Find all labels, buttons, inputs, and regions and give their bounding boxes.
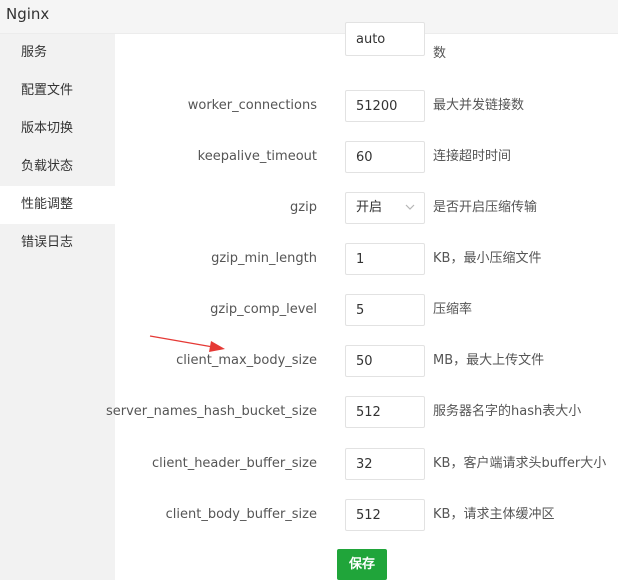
sidebar-item-version-switch[interactable]: 版本切换 — [0, 110, 115, 148]
keepalive-timeout-input[interactable] — [345, 141, 425, 173]
worker-processes-note: 数 — [433, 46, 447, 61]
gzip-comp-level-note: 压缩率 — [433, 302, 473, 317]
server-names-hash-bucket-size-input[interactable] — [345, 396, 425, 428]
gzip-label: gzip — [290, 200, 317, 215]
form-row-gzip: gzip 开启 是否开启压缩传输 — [115, 192, 618, 224]
client-body-buffer-size-input[interactable] — [345, 499, 425, 531]
worker-processes-input[interactable] — [345, 22, 425, 56]
gzip-comp-level-label: gzip_comp_level — [210, 302, 317, 317]
form-row-server-names-hash-bucket-size: server_names_hash_bucket_size 服务器名字的hash… — [106, 396, 618, 428]
client-body-buffer-size-label: client_body_buffer_size — [165, 507, 317, 522]
sidebar-item-error-log[interactable]: 错误日志 — [0, 224, 115, 262]
sidebar-item-load-status[interactable]: 负载状态 — [0, 148, 115, 186]
sidebar-item-performance-tuning[interactable]: 性能调整 — [0, 186, 115, 224]
form-row-keepalive-timeout: keepalive_timeout 连接超时时间 — [115, 141, 618, 173]
client-max-body-size-note: MB，最大上传文件 — [433, 353, 545, 368]
worker-connections-label: worker_connections — [187, 98, 317, 113]
worker-connections-note: 最大并发链接数 — [433, 98, 525, 113]
form-row-client-body-buffer-size: client_body_buffer_size KB，请求主体缓冲区 — [115, 499, 618, 531]
form-row-gzip-min-length: gzip_min_length KB，最小压缩文件 — [115, 243, 618, 275]
gzip-select-value: 开启 — [356, 200, 383, 215]
sidebar: 服务 配置文件 版本切换 负载状态 性能调整 错误日志 — [0, 34, 115, 580]
keepalive-timeout-label: keepalive_timeout — [197, 149, 317, 164]
sidebar-item-service[interactable]: 服务 — [0, 34, 115, 72]
gzip-min-length-label: gzip_min_length — [211, 251, 317, 266]
worker-connections-input[interactable] — [345, 90, 425, 122]
gzip-comp-level-input[interactable] — [345, 294, 425, 326]
client-max-body-size-label: client_max_body_size — [176, 353, 317, 368]
gzip-min-length-note: KB，最小压缩文件 — [433, 251, 542, 266]
client-header-buffer-size-label: client_header_buffer_size — [151, 456, 317, 471]
gzip-select[interactable]: 开启 — [345, 192, 425, 224]
save-button[interactable]: 保存 — [337, 549, 387, 580]
client-max-body-size-input[interactable] — [345, 345, 425, 377]
chevron-down-icon — [405, 204, 415, 210]
keepalive-timeout-note: 连接超时时间 — [433, 149, 512, 164]
server-names-hash-bucket-size-label: server_names_hash_bucket_size — [105, 404, 317, 419]
client-body-buffer-size-note: KB，请求主体缓冲区 — [433, 507, 555, 522]
gzip-note: 是否开启压缩传输 — [433, 200, 538, 215]
sidebar-item-config-file[interactable]: 配置文件 — [0, 72, 115, 110]
server-names-hash-bucket-size-note: 服务器名字的hash表大小 — [433, 404, 582, 419]
form-row-client-max-body-size: client_max_body_size MB，最大上传文件 — [115, 345, 618, 377]
client-header-buffer-size-input[interactable] — [345, 448, 425, 480]
client-header-buffer-size-note: KB，客户端请求头buffer大小 — [433, 456, 607, 471]
form-row-worker-processes: 数 — [115, 22, 618, 61]
form-row-client-header-buffer-size: client_header_buffer_size KB，客户端请求头buffe… — [115, 448, 618, 480]
form-row-gzip-comp-level: gzip_comp_level 压缩率 — [115, 294, 618, 326]
window-title: Nginx — [6, 5, 50, 23]
settings-form: 数 worker_connections 最大并发链接数 keepalive_t… — [106, 22, 618, 580]
gzip-min-length-input[interactable] — [345, 243, 425, 275]
form-row-worker-connections: worker_connections 最大并发链接数 — [115, 90, 618, 122]
